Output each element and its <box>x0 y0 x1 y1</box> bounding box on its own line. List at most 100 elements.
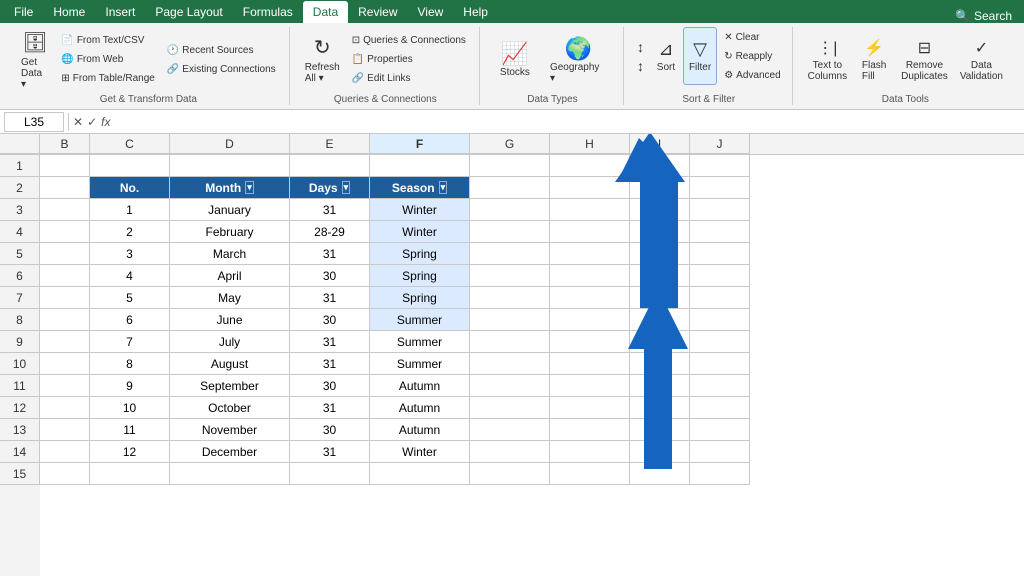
cell-g11[interactable] <box>470 375 550 397</box>
cell-g8[interactable] <box>470 309 550 331</box>
cell-b9[interactable] <box>40 331 90 353</box>
cell-b5[interactable] <box>40 243 90 265</box>
cell-i9[interactable] <box>630 331 690 353</box>
cell-i6[interactable] <box>630 265 690 287</box>
cell-i1[interactable] <box>630 155 690 177</box>
cell-c5[interactable]: 3 <box>90 243 170 265</box>
cell-e10[interactable]: 31 <box>290 353 370 375</box>
cell-j5[interactable] <box>690 243 750 265</box>
cell-c12[interactable]: 10 <box>90 397 170 419</box>
cell-e2-header[interactable]: Days ▾ <box>290 177 370 199</box>
cell-f7[interactable]: Spring <box>370 287 470 309</box>
tab-review[interactable]: Review <box>348 1 407 23</box>
cell-i4[interactable] <box>630 221 690 243</box>
cell-c13[interactable]: 11 <box>90 419 170 441</box>
formula-input[interactable] <box>114 115 1020 129</box>
get-data-button[interactable]: 🗄 GetData ▾ <box>16 31 54 89</box>
tab-formulas[interactable]: Formulas <box>233 1 303 23</box>
row-header-4[interactable]: 4 <box>0 221 40 243</box>
cell-i15[interactable] <box>630 463 690 485</box>
cell-b2[interactable] <box>40 177 90 199</box>
cell-b10[interactable] <box>40 353 90 375</box>
cell-h11[interactable] <box>550 375 630 397</box>
row-header-10[interactable]: 10 <box>0 353 40 375</box>
row-header-8[interactable]: 8 <box>0 309 40 331</box>
cell-e13[interactable]: 30 <box>290 419 370 441</box>
cell-b1[interactable] <box>40 155 90 177</box>
cell-f15[interactable] <box>370 463 470 485</box>
cell-e3[interactable]: 31 <box>290 199 370 221</box>
cell-c11[interactable]: 9 <box>90 375 170 397</box>
cell-h2[interactable] <box>550 177 630 199</box>
cell-j13[interactable] <box>690 419 750 441</box>
cell-d6[interactable]: April <box>170 265 290 287</box>
cell-c4[interactable]: 2 <box>90 221 170 243</box>
cell-d10[interactable]: August <box>170 353 290 375</box>
cell-j4[interactable] <box>690 221 750 243</box>
cell-i11[interactable] <box>630 375 690 397</box>
cell-j8[interactable] <box>690 309 750 331</box>
cell-b12[interactable] <box>40 397 90 419</box>
season-filter-icon[interactable]: ▾ <box>439 181 448 194</box>
cell-e8[interactable]: 30 <box>290 309 370 331</box>
cell-d13[interactable]: November <box>170 419 290 441</box>
col-header-f[interactable]: F <box>370 134 470 154</box>
tab-home[interactable]: Home <box>43 1 95 23</box>
cell-f12[interactable]: Autumn <box>370 397 470 419</box>
cell-j1[interactable] <box>690 155 750 177</box>
row-header-6[interactable]: 6 <box>0 265 40 287</box>
refresh-all-button[interactable]: ↻ RefreshAll ▾ <box>300 31 345 89</box>
cell-b11[interactable] <box>40 375 90 397</box>
cell-c15[interactable] <box>90 463 170 485</box>
cell-i3[interactable] <box>630 199 690 221</box>
cell-h13[interactable] <box>550 419 630 441</box>
cell-i14[interactable] <box>630 441 690 463</box>
geography-button[interactable]: 🌍 Geography ▾ <box>542 31 615 89</box>
col-header-j[interactable]: J <box>690 134 750 154</box>
col-header-c[interactable]: C <box>90 134 170 154</box>
row-header-11[interactable]: 11 <box>0 375 40 397</box>
flash-fill-button[interactable]: ⚡ FlashFill <box>854 31 894 89</box>
edit-links-button[interactable]: 🔗 Edit Links <box>347 70 471 88</box>
cell-d15[interactable] <box>170 463 290 485</box>
cell-f13[interactable]: Autumn <box>370 419 470 441</box>
cell-f11[interactable]: Autumn <box>370 375 470 397</box>
cell-f1[interactable] <box>370 155 470 177</box>
cell-h1[interactable] <box>550 155 630 177</box>
cell-e11[interactable]: 30 <box>290 375 370 397</box>
cell-e7[interactable]: 31 <box>290 287 370 309</box>
cell-h9[interactable] <box>550 331 630 353</box>
cell-j14[interactable] <box>690 441 750 463</box>
clear-button[interactable]: ✕ Clear <box>719 28 785 46</box>
cell-f8[interactable]: Summer <box>370 309 470 331</box>
cell-c7[interactable]: 5 <box>90 287 170 309</box>
cell-h4[interactable] <box>550 221 630 243</box>
cell-b6[interactable] <box>40 265 90 287</box>
cell-d5[interactable]: March <box>170 243 290 265</box>
cell-d3[interactable]: January <box>170 199 290 221</box>
cell-d7[interactable]: May <box>170 287 290 309</box>
col-header-h[interactable]: H <box>550 134 630 154</box>
cell-j7[interactable] <box>690 287 750 309</box>
cell-e14[interactable]: 31 <box>290 441 370 463</box>
cell-g6[interactable] <box>470 265 550 287</box>
cell-f9[interactable]: Summer <box>370 331 470 353</box>
cell-j11[interactable] <box>690 375 750 397</box>
from-table-button[interactable]: ⊞ From Table/Range <box>56 70 159 88</box>
row-header-14[interactable]: 14 <box>0 441 40 463</box>
cell-h8[interactable] <box>550 309 630 331</box>
existing-connections-button[interactable]: 🔗 Existing Connections <box>162 60 281 78</box>
stocks-button[interactable]: 📈 Stocks <box>490 31 540 89</box>
cell-g12[interactable] <box>470 397 550 419</box>
recent-sources-button[interactable]: 🕐 Recent Sources <box>162 41 281 59</box>
cell-g10[interactable] <box>470 353 550 375</box>
cell-b13[interactable] <box>40 419 90 441</box>
cell-c1[interactable] <box>90 155 170 177</box>
cell-b3[interactable] <box>40 199 90 221</box>
cell-f14[interactable]: Winter <box>370 441 470 463</box>
tab-view[interactable]: View <box>408 1 454 23</box>
col-header-e[interactable]: E <box>290 134 370 154</box>
advanced-button[interactable]: ⚙ Advanced <box>719 66 785 84</box>
cell-g2[interactable] <box>470 177 550 199</box>
filter-button[interactable]: ▽ Filter <box>683 27 717 85</box>
